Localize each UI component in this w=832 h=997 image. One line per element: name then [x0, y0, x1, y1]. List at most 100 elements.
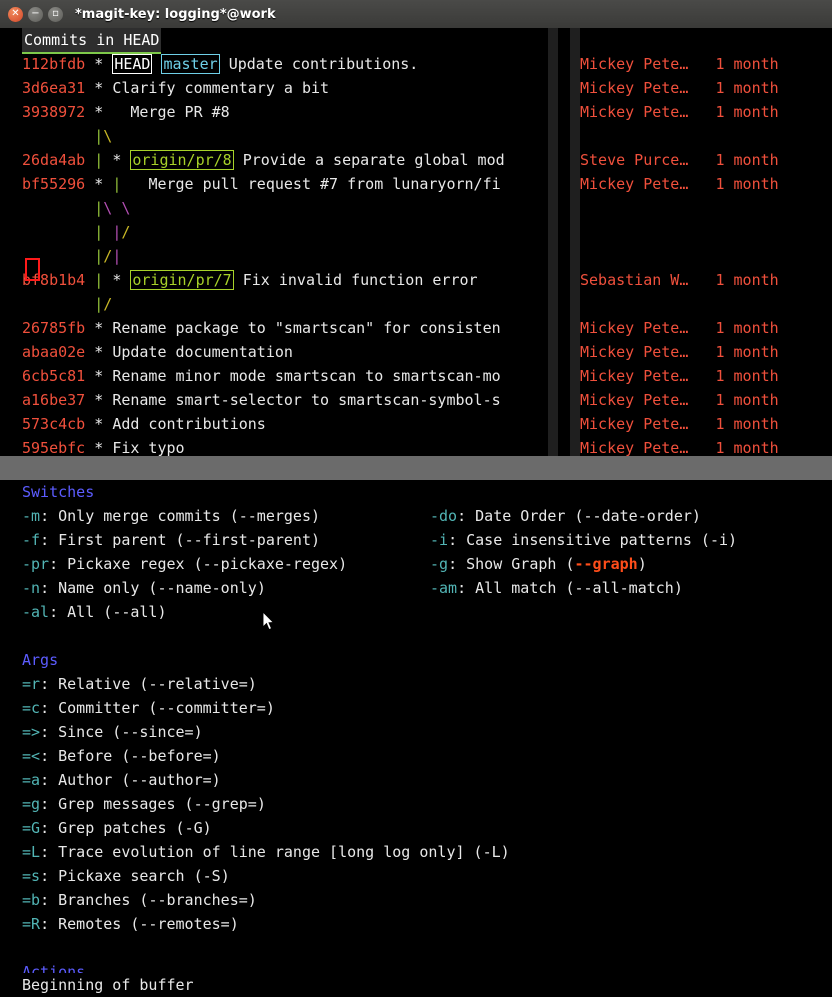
commit-author: Mickey Pete…	[580, 367, 689, 385]
switch-key: =a	[22, 771, 41, 789]
log-buffer-text[interactable]: Commits in HEAD 112bfdb * HEAD master Upd…	[0, 28, 832, 456]
switch-key: =s	[22, 867, 41, 885]
log-section-header-label: Commits in HEAD	[22, 28, 162, 54]
key-item[interactable]: -al: All (--all)	[22, 603, 167, 621]
log-row[interactable]: 573c4cb * Add contributions Mickey Pete… …	[0, 412, 832, 436]
commit-author-date: Mickey Pete… 1 month	[580, 172, 810, 196]
log-row[interactable]: |\ \	[0, 196, 832, 220]
switch-key: -al	[22, 603, 50, 621]
key-item[interactable]: =a: Author (--author=)	[22, 771, 221, 789]
key-item[interactable]: =G: Grep patches (-G)	[22, 819, 212, 837]
switch-label: Branches	[58, 891, 131, 909]
log-row[interactable]: |/	[0, 292, 832, 316]
magit-key-mode-window[interactable]: Switches -m: Only merge commits (--merges…	[0, 480, 832, 973]
title-bar: ✕ − ▫ *magit-key: logging*@work	[0, 0, 832, 29]
switch-label: First parent	[58, 531, 167, 549]
commit-date: 1 month	[715, 55, 779, 73]
switch-arg: --first-parent	[184, 531, 311, 549]
key-item[interactable]: -i: Case insensitive patterns (-i)	[430, 528, 737, 552]
key-item[interactable]: =c: Committer (--committer=)	[22, 699, 275, 717]
log-row[interactable]: abaa02e * Update documentation Mickey Pet…	[0, 340, 832, 364]
switch-label: Remotes	[58, 915, 122, 933]
log-row[interactable]: a16be37 * Rename smart-selector to smart…	[0, 388, 832, 412]
key-item[interactable]: =s: Pickaxe search (-S)	[22, 867, 230, 885]
commit-author: Mickey Pete…	[580, 343, 689, 361]
modeline-log[interactable]: 1:%*- *magit-log* Top of 1.3k (10,0) [#z…	[0, 456, 832, 480]
key-item[interactable]: =g: Grep messages (--grep=)	[22, 795, 266, 813]
log-row[interactable]: | |/	[0, 220, 832, 244]
key-item[interactable]: -n: Name only (--name-only)	[22, 579, 266, 597]
commit-date: 1 month	[715, 415, 779, 433]
switch-key: -am	[430, 579, 458, 597]
key-mode-buffer-text[interactable]: Switches -m: Only merge commits (--merges…	[0, 480, 832, 973]
key-item[interactable]: =R: Remotes (--remotes=)	[22, 915, 239, 933]
switch-label: Pickaxe regex	[67, 555, 185, 573]
key-item[interactable]: -f: First parent (--first-parent)	[22, 531, 320, 549]
switch-key: -i	[430, 531, 449, 549]
switch-arg: -L	[482, 843, 501, 861]
switch-label: Author	[58, 771, 113, 789]
log-row[interactable]: 595ebfc * Fix typo Mickey Pete… 1 month	[0, 436, 832, 456]
window-minimize-icon[interactable]: −	[28, 6, 43, 22]
switch-key: -pr	[22, 555, 50, 573]
key-row: =c: Committer (--committer=)	[0, 696, 832, 720]
switch-label: Date Order	[475, 507, 566, 525]
key-item[interactable]: =r: Relative (--relative=)	[22, 675, 257, 693]
commit-date: 1 month	[715, 271, 779, 289]
commit-message: Clarify commentary a bit	[112, 79, 330, 97]
switch-label: Only merge commits	[58, 507, 221, 525]
log-row[interactable]: |\	[0, 124, 832, 148]
key-spacer	[0, 624, 832, 648]
key-item[interactable]: =b: Branches (--branches=)	[22, 891, 257, 909]
switch-key: =>	[22, 723, 41, 741]
switch-arg: --name-only	[157, 579, 257, 597]
commit-message: Update documentation	[112, 343, 293, 361]
log-row[interactable]: 26da4ab | * origin/pr/8 Provide a separa…	[0, 148, 832, 172]
switch-arg: -S	[202, 867, 221, 885]
commit-date: 1 month	[715, 151, 779, 169]
log-row[interactable]: 26785fb * Rename package to "smartscan" …	[0, 316, 832, 340]
log-row[interactable]: 3938972 * Merge PR #8 Mickey Pete… 1 mont…	[0, 100, 832, 124]
commit-hash: a16be37	[22, 391, 86, 409]
commit-author-date: Sebastian W… 1 month	[580, 268, 810, 292]
log-row[interactable]: bf55296 * | Merge pull request #7 from l…	[0, 172, 832, 196]
key-item[interactable]: =L: Trace evolution of line range [long …	[22, 843, 510, 861]
key-item[interactable]: =<: Before (--before=)	[22, 747, 221, 765]
commit-author: Mickey Pete…	[580, 79, 689, 97]
key-item[interactable]: =>: Since (--since=)	[22, 723, 203, 741]
key-item[interactable]: -g: Show Graph (--graph)	[430, 552, 647, 576]
commit-hash: 573c4cb	[22, 415, 86, 433]
log-row[interactable]: 6cb5c81 * Rename minor mode smartscan to…	[0, 364, 832, 388]
commit-date: 1 month	[715, 391, 779, 409]
log-row[interactable]: 3d6ea31 * Clarify commentary a bit Mickey…	[0, 76, 832, 100]
log-row[interactable]: |/|	[0, 244, 832, 268]
commit-author: Mickey Pete…	[580, 415, 689, 433]
switch-key: -f	[22, 531, 41, 549]
key-section-title-label: Actions	[22, 963, 86, 973]
key-item[interactable]: -m: Only merge commits (--merges)	[22, 507, 320, 525]
key-row: =b: Branches (--branches=)	[0, 888, 832, 912]
log-section-header[interactable]: Commits in HEAD	[0, 28, 832, 54]
switch-key: =b	[22, 891, 41, 909]
commit-author-date: Mickey Pete… 1 month	[580, 364, 810, 388]
commit-message: Add contributions	[112, 415, 266, 433]
log-row[interactable]: 112bfdb * HEAD master Update contributio…	[0, 52, 832, 76]
commit-author-date: Mickey Pete… 1 month	[580, 388, 810, 412]
magit-log-window[interactable]: Commits in HEAD 112bfdb * HEAD master Upd…	[0, 28, 832, 456]
commit-author: Mickey Pete…	[580, 175, 689, 193]
key-row: -al: All (--all)	[0, 600, 832, 624]
switch-key: =c	[22, 699, 41, 717]
window-close-icon[interactable]: ✕	[8, 6, 23, 22]
key-row: =>: Since (--since=)	[0, 720, 832, 744]
commit-date: 1 month	[715, 319, 779, 337]
window-maximize-icon[interactable]: ▫	[48, 6, 63, 22]
key-item[interactable]: -do: Date Order (--date-order)	[430, 504, 701, 528]
log-row[interactable]: bf8b1b4 | * origin/pr/7 Fix invalid func…	[0, 268, 832, 292]
commit-hash: bf55296	[22, 175, 86, 193]
commit-date: 1 month	[715, 103, 779, 121]
key-item[interactable]: -am: All match (--all-match)	[430, 576, 683, 600]
key-item[interactable]: -pr: Pickaxe regex (--pickaxe-regex)	[22, 555, 347, 573]
switch-label: Grep messages	[58, 795, 176, 813]
window-title: *magit-key: logging*@work	[75, 6, 276, 22]
key-row: =<: Before (--before=)	[0, 744, 832, 768]
